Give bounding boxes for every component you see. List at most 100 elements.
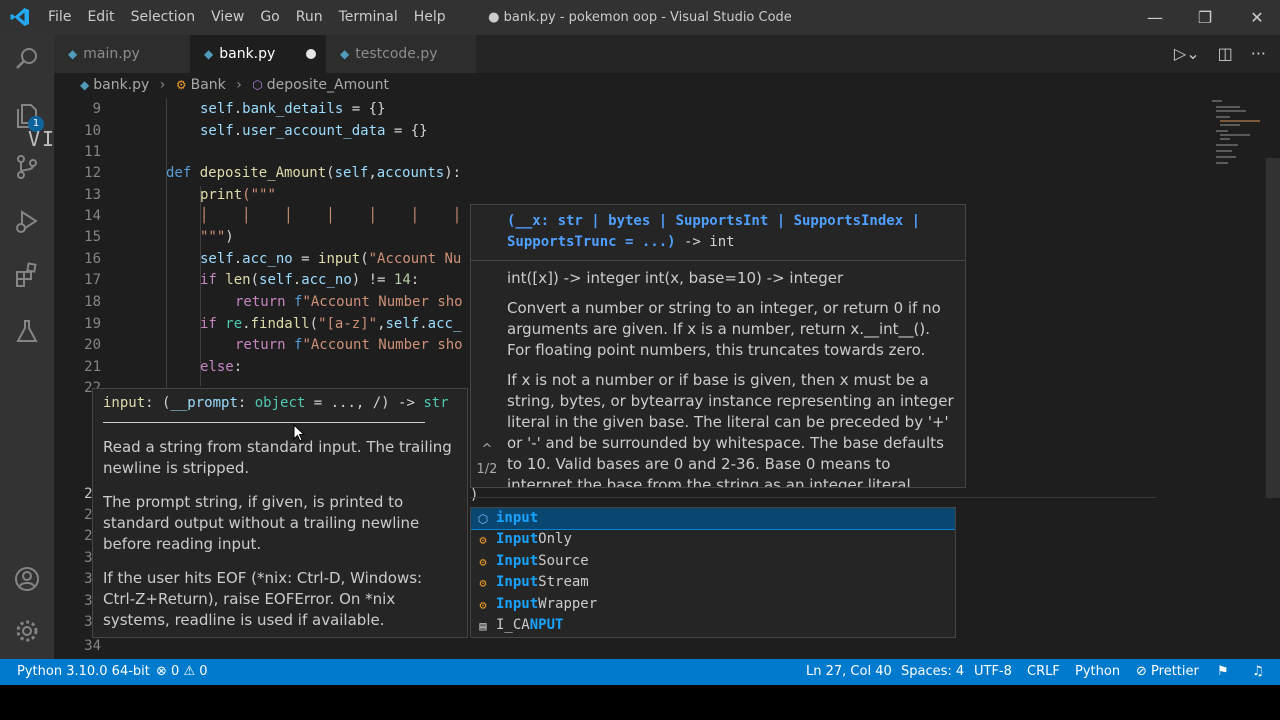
source-control-icon — [17, 155, 37, 179]
code-token: self — [334, 165, 369, 181]
current-line-highlight — [470, 497, 1156, 498]
menu-edit[interactable]: Edit — [79, 0, 122, 35]
menu-selection[interactable]: Selection — [123, 0, 204, 35]
int-signature: (__x: str | bytes | SupportsInt | Suppor… — [507, 211, 955, 253]
overload-pager: ^ 1/2 ⌄ — [474, 442, 500, 487]
int-signature-line: SupportsTrunc = ...) — [507, 234, 676, 250]
menu-help[interactable]: Help — [406, 0, 454, 35]
testing-activity[interactable] — [0, 307, 54, 355]
python-interpreter[interactable]: Python 3.10.0 64-bit — [17, 659, 150, 685]
menu-file[interactable]: File — [40, 0, 79, 35]
vertical-scrollbar[interactable] — [1266, 158, 1280, 498]
breadcrumb-separator: › — [236, 77, 242, 93]
close-button[interactable]: ✕ — [1232, 0, 1280, 35]
code-token: len — [225, 272, 251, 288]
line-number: 18 — [84, 294, 101, 310]
minimize-button[interactable]: — — [1130, 0, 1180, 35]
input-description: The prompt string, if given, is printed … — [103, 493, 420, 553]
code-line: else: — [200, 357, 242, 378]
suggestion-match: Input — [496, 552, 539, 569]
code-token: print — [200, 187, 243, 203]
extensions-activity[interactable] — [0, 251, 54, 299]
code-token: . — [242, 316, 251, 332]
code-line: return f"Account Number sho — [235, 335, 463, 356]
overload-up-icon[interactable]: ^ — [474, 442, 500, 458]
suggestion-item[interactable]: ▤ I_CANPUT — [471, 615, 955, 636]
encoding[interactable]: UTF-8 — [974, 659, 1012, 685]
hover-divider — [471, 260, 965, 261]
editor-actions: ▷⌄ ◫ ··· — [1174, 35, 1266, 73]
code-token: return — [235, 294, 295, 310]
hover-int-doc: (__x: str | bytes | SupportsInt | Suppor… — [470, 204, 966, 488]
class-icon: ⚙ — [479, 576, 487, 591]
python-file-icon: ◆ — [68, 47, 78, 61]
line-number: 12 — [84, 165, 101, 181]
run-icon[interactable]: ▷⌄ — [1174, 35, 1200, 73]
tab-testcode-py[interactable]: ◆ testcode.py — [326, 35, 476, 73]
code-token: = — [292, 251, 319, 267]
code-token: "Account Nu — [368, 251, 462, 267]
vscode-logo-icon — [10, 8, 29, 26]
code-token: if — [200, 272, 226, 288]
code-token: deposite_Amount — [199, 165, 327, 181]
restore-button[interactable]: ❐ — [1180, 0, 1230, 35]
split-editor-icon[interactable]: ◫ — [1218, 35, 1233, 73]
suggestion-item[interactable]: ⚙ InputWrapper — [471, 594, 955, 615]
line-number: 17 — [84, 272, 101, 288]
feedback-icon[interactable]: ⚑ — [1217, 659, 1229, 685]
code-line: self.acc_no = input("Account Nu — [200, 249, 461, 270]
code-token: 14 — [393, 272, 411, 288]
suggestion-item[interactable]: ⚙ InputOnly — [471, 529, 955, 550]
code-token: ): — [444, 165, 462, 181]
prettier-status[interactable]: ⊘ Prettier — [1136, 659, 1199, 685]
line-number: 15 — [84, 229, 101, 245]
suggestion-item[interactable]: ⬡ input — [471, 508, 955, 531]
unsaved-dot-icon[interactable] — [306, 49, 316, 59]
manage-activity[interactable] — [0, 607, 54, 655]
menu-terminal[interactable]: Terminal — [331, 0, 406, 35]
code-token: : — [233, 359, 243, 375]
search-activity[interactable] — [0, 35, 54, 83]
code-token: input — [318, 251, 361, 267]
code-token: self — [200, 123, 234, 139]
indentation[interactable]: Spaces: 4 — [901, 659, 964, 685]
accounts-activity[interactable] — [0, 555, 54, 603]
suggestion-match: input — [496, 510, 539, 526]
end-of-line[interactable]: CRLF — [1027, 659, 1060, 685]
menu-view[interactable]: View — [203, 0, 252, 35]
tab-bank-py[interactable]: ◆ bank.py — [190, 35, 326, 73]
warning-count: 0 — [199, 664, 208, 679]
code-token: │ │ │ │ │ │ │ │ — [200, 208, 504, 224]
menu-go[interactable]: Go — [252, 0, 287, 35]
line-number: 34 — [84, 638, 101, 654]
code-token: , — [377, 316, 386, 332]
class-icon: ⚙ — [479, 597, 487, 612]
suggestion-item[interactable]: ⚙ InputSource — [471, 551, 955, 572]
code-token: self — [385, 316, 420, 332]
tab-main-py[interactable]: ◆ main.py — [54, 35, 190, 73]
breadcrumb: ◆ bank.py › ⚙ Bank › ⬡ deposite_Amount — [54, 73, 1280, 98]
language-mode[interactable]: Python — [1075, 659, 1120, 685]
minimap[interactable] — [1156, 98, 1266, 178]
breadcrumb-class[interactable]: Bank — [191, 77, 226, 93]
code-token: . — [233, 251, 243, 267]
notifications-bell-icon[interactable]: ♫ — [1252, 659, 1264, 685]
suggestion-match: Input — [496, 595, 539, 612]
code-token: ( — [326, 165, 335, 181]
int-description: Convert a number or string to an integer… — [507, 299, 941, 359]
breadcrumb-file[interactable]: bank.py — [93, 77, 149, 93]
suggestion-item[interactable]: ⚙ InputStream — [471, 572, 955, 593]
code-token: accounts — [376, 165, 445, 181]
code-token: : — [410, 272, 420, 288]
breadcrumb-method[interactable]: deposite_Amount — [267, 77, 389, 93]
more-actions-icon[interactable]: ··· — [1251, 35, 1266, 73]
prettier-check-icon: ⊘ — [1136, 664, 1147, 679]
problems-indicator[interactable]: ⊗ 0 ⚠ 0 — [156, 659, 208, 685]
code-token: acc_ — [427, 316, 462, 332]
menu-run[interactable]: Run — [288, 0, 331, 35]
run-debug-activity[interactable] — [0, 197, 54, 245]
cursor-position[interactable]: Ln 27, Col 40 — [806, 659, 892, 685]
indent-guide — [166, 98, 167, 398]
signature-token: str — [423, 395, 449, 411]
signature-token: = ..., /) -> — [305, 395, 424, 411]
